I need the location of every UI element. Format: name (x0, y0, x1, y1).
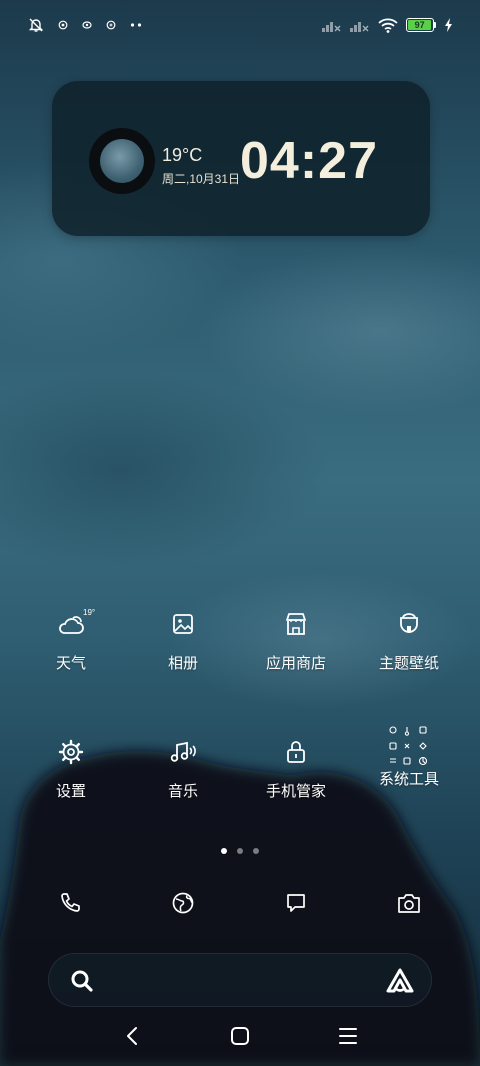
settings-gear-icon (58, 739, 84, 770)
camera-icon (397, 892, 421, 919)
recents-icon (338, 1027, 358, 1050)
app-store-icon (283, 611, 309, 642)
dock-browser[interactable] (163, 890, 203, 920)
battery-icon: 97 (406, 18, 436, 32)
browser-icon (171, 891, 195, 920)
charging-icon (444, 18, 454, 32)
phone-icon (58, 891, 82, 920)
app-label: 手机管家 (265, 783, 326, 800)
notification-icon-1 (58, 20, 68, 30)
app-settings[interactable]: 设置 (16, 736, 126, 816)
app-label: 音乐 (167, 783, 198, 800)
system-tools-folder-icon (385, 722, 433, 775)
nav-back-button[interactable] (117, 1024, 147, 1052)
dock-phone[interactable] (50, 890, 90, 920)
app-label: 应用商店 (265, 655, 326, 672)
nav-home-button[interactable] (225, 1024, 255, 1052)
app-store[interactable]: 应用商店 (241, 608, 351, 688)
search-bar[interactable] (48, 953, 432, 1007)
page-indicator (0, 848, 480, 854)
page-dot (237, 848, 243, 854)
messages-icon (285, 892, 307, 919)
signal-2-icon (350, 18, 370, 32)
weather-icon (56, 611, 86, 642)
assistant-icon[interactable] (385, 967, 415, 1000)
more-dots-icon (130, 22, 142, 28)
app-gallery[interactable]: 相册 (128, 608, 238, 688)
page-dot (253, 848, 259, 854)
app-system-tools-folder[interactable]: 系统工具 (354, 724, 464, 804)
app-themes[interactable]: 主题壁纸 (354, 608, 464, 688)
page-dot-active (221, 848, 227, 854)
moon-wallpaper-detail (234, 578, 247, 590)
widget-time: 04:27 (240, 132, 378, 190)
signal-1-icon (322, 18, 342, 32)
dock-messages[interactable] (276, 890, 316, 920)
back-icon (125, 1026, 139, 1051)
mute-bell-icon (28, 17, 44, 33)
notification-icon-2 (82, 20, 92, 30)
battery-level: 97 (408, 20, 432, 30)
app-label: 设置 (55, 783, 86, 800)
gallery-icon (171, 612, 195, 641)
home-icon (230, 1026, 250, 1051)
app-music[interactable]: 音乐 (128, 736, 238, 816)
weather-ring-icon (89, 128, 155, 194)
app-label: 天气 (55, 655, 86, 672)
widget-date: 周二,10月31日 (162, 172, 241, 186)
app-weather[interactable]: 19° 天气 (16, 608, 126, 688)
dock-camera[interactable] (389, 890, 429, 920)
app-security[interactable]: 手机管家 (241, 736, 351, 816)
security-lock-icon (285, 739, 307, 770)
notification-icon-3 (106, 20, 116, 30)
music-icon (169, 740, 197, 769)
wifi-icon (378, 17, 398, 33)
weather-badge: 19° (83, 608, 96, 617)
status-bar: 97 (0, 0, 480, 50)
app-label: 相册 (167, 655, 198, 672)
clock-weather-widget[interactable]: 19°C 周二,10月31日 04:27 (52, 81, 430, 236)
nav-recents-button[interactable] (333, 1024, 363, 1052)
app-label: 主题壁纸 (378, 655, 439, 672)
search-icon (69, 968, 95, 999)
themes-icon (397, 611, 421, 642)
widget-temperature: 19°C (162, 145, 203, 165)
